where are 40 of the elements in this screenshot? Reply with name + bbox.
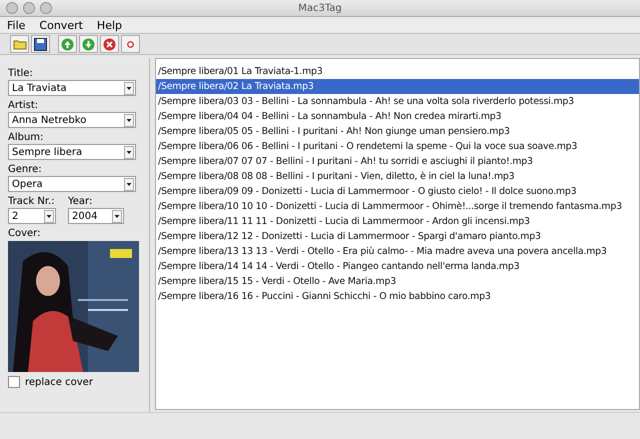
file-list-item[interactable]: /Sempre libera/10 10 10 - Donizetti - Lucia di Lammermoor - Ohimè!...sorge il tremendo fantasma.mp3	[156, 199, 639, 214]
folder-icon	[12, 38, 26, 50]
field-label: Title:	[8, 68, 33, 79]
window-title: Mac3Tag	[298, 2, 342, 14]
file-list-item[interactable]: /Sempre libera/05 05 - Bellini - I puritani - Ah! Non giunge uman pensiero.mp3	[156, 124, 639, 139]
file-list-item[interactable]: /Sempre libera/03 03 - Bellini - La sonnambula - Ah! se una volta sola riverderlo potessi.mp3	[156, 94, 639, 109]
field-label: Cover:	[8, 228, 40, 239]
menu-item[interactable]: Help	[96, 18, 122, 32]
file-list-item[interactable]: /Sempre libera/13 13 13 - Verdi - Otello - Era più calmo- - Mia madre aveva una povera ancella.mp3	[156, 244, 639, 259]
file-list-item[interactable]: /Sempre libera/06 06 - Bellini - I puritani - O rendetemi la speme - Qui la voce sua soave.mp3	[156, 139, 639, 154]
file-list-item[interactable]: /Sempre libera/14 14 14 - Verdi - Otello - Piangeo cantando nell'erma landa.mp3	[156, 259, 639, 274]
checkbox[interactable]	[8, 376, 20, 388]
field-label: Track Nr.:	[8, 196, 55, 207]
menu-item[interactable]: File	[7, 18, 26, 32]
file-list-item[interactable]: /Sempre libera/02 La Traviata.mp3	[156, 79, 639, 94]
combo-field[interactable]: La Traviata	[8, 80, 136, 96]
file-list-item[interactable]: /Sempre libera/07 07 07 - Bellini - I puritani - Ah! tu sorridi e asciughi il pianto!.mp3	[156, 154, 639, 169]
file-list-item[interactable]: /Sempre libera/11 11 11 - Donizetti - Lucia di Lammermoor - Ardon gli incensi.mp3	[156, 214, 639, 229]
save-icon	[34, 38, 47, 50]
checkbox-label: replace cover	[25, 376, 93, 388]
remove-icon	[103, 38, 116, 50]
file-list-item[interactable]: /Sempre libera/12 12 - Donizetti - Lucia di Lammermoor - Spargi d'amaro pianto.mp3	[156, 229, 639, 244]
file-list-item[interactable]: /Sempre libera/08 08 08 - Bellini - I puritani - Vien, diletto, è in ciel la luna!.mp3	[156, 169, 639, 184]
combo-field[interactable]: Sempre libera	[8, 144, 136, 160]
combo-field[interactable]: Opera	[8, 176, 136, 192]
field-label: Genre:	[8, 164, 42, 175]
file-list-item[interactable]: /Sempre libera/09 09 - Donizetti - Lucia di Lammermoor - O giusto cielo! - Il dolce suono.mp3	[156, 184, 639, 199]
file-list-item[interactable]: /Sempre libera/15 15 - Verdi - Otello - Ave Maria.mp3	[156, 274, 639, 289]
field-label: Album:	[8, 132, 44, 143]
file-list-item[interactable]: /Sempre libera/16 16 - Puccini - Gianni Schicchi - O mio babbino caro.mp3	[156, 289, 639, 304]
toolbar-button[interactable]	[31, 35, 50, 53]
menu-item[interactable]: Convert	[39, 18, 83, 32]
field-label: Artist:	[8, 100, 38, 111]
file-list-item[interactable]: /Sempre libera/01 La Traviata-1.mp3	[156, 64, 639, 79]
field-label: Year:	[68, 196, 92, 207]
combo-field[interactable]: 2004	[68, 208, 124, 224]
combo-field[interactable]: 2	[8, 208, 56, 224]
file-list-item[interactable]: /Sempre libera/04 04 - Bellini - La sonnambula - Ah! Non credea mirarti.mp3	[156, 109, 639, 124]
small-dot-icon	[127, 40, 134, 48]
combo-field[interactable]: Anna Netrebko	[8, 112, 136, 128]
